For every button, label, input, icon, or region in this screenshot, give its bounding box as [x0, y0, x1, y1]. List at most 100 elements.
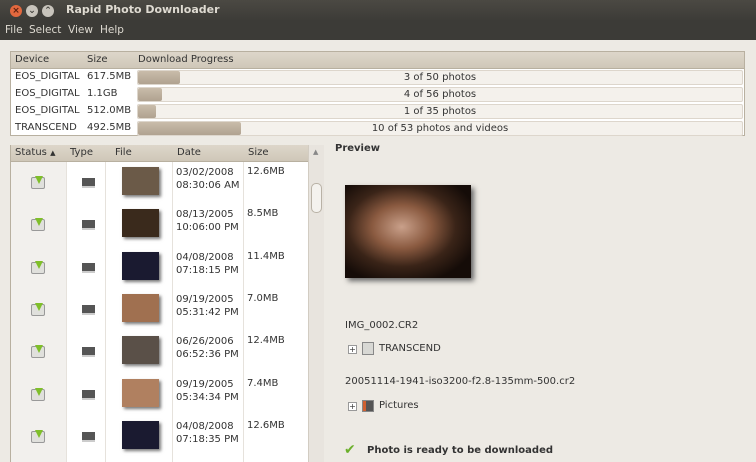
- device-size: 617.5MB: [87, 71, 132, 82]
- file-row[interactable]: 04/08/2008 07:18:35 PM 12.6MB: [11, 417, 308, 459]
- device-table: Device Size Download Progress EOS_DIGITA…: [10, 51, 745, 136]
- download-status-icon: [31, 260, 45, 274]
- preview-source: TRANSCEND: [379, 343, 441, 354]
- scroll-up-icon[interactable]: ▲: [313, 148, 318, 156]
- file-size: 7.4MB: [247, 377, 279, 389]
- file-row[interactable]: 08/13/2005 10:06:00 PM 8.5MB: [11, 205, 308, 247]
- device-row[interactable]: EOS_DIGITAL 512.0MB 1 of 35 photos: [11, 103, 744, 120]
- progress-text: 3 of 50 photos: [403, 72, 477, 83]
- file-thumbnail: [122, 251, 159, 280]
- menu-select[interactable]: Select: [29, 24, 61, 36]
- col-type[interactable]: Type: [70, 147, 93, 158]
- col-size[interactable]: Size: [87, 54, 108, 65]
- file-time: 05:31:42 PM: [176, 306, 239, 318]
- progress-bar: 3 of 50 photos: [137, 70, 743, 85]
- file-row[interactable]: 09/19/2005 05:34:34 PM 7.4MB: [11, 375, 308, 417]
- file-size: 12.6MB: [247, 166, 285, 177]
- device-name: EOS_DIGITAL: [15, 105, 80, 116]
- file-date: 06/26/2006: [176, 336, 234, 348]
- progress-text: 10 of 53 photos and videos: [371, 123, 509, 134]
- file-row[interactable]: 04/08/2008 07:18:15 PM 11.4MB: [11, 248, 308, 290]
- file-date: 08/13/2005: [176, 209, 234, 221]
- device-size: 1.1GB: [87, 88, 118, 99]
- photo-type-icon: [82, 304, 95, 315]
- progress-bar: 4 of 56 photos: [137, 87, 743, 102]
- photo-type-icon: [82, 389, 95, 400]
- photo-type-icon: [82, 262, 95, 273]
- file-thumbnail: [122, 420, 159, 449]
- photo-type-icon: [82, 347, 95, 358]
- device-size: 492.5MB: [87, 122, 132, 133]
- pictures-folder-icon: [362, 400, 374, 412]
- file-size: 11.4MB: [247, 250, 285, 262]
- file-time: 05:34:34 PM: [176, 391, 239, 403]
- file-thumbnail: [122, 336, 159, 365]
- menu-bar: File Select View Help: [0, 21, 756, 40]
- preview-dest-filename: 20051114-1941-iso3200-f2.8-135mm-500.cr2: [345, 376, 576, 387]
- device-name: TRANSCEND: [15, 122, 77, 133]
- file-row[interactable]: 03/02/2008 08:30:06 AM 12.6MB: [11, 163, 308, 205]
- device-row[interactable]: TRANSCEND 492.5MB 10 of 53 photos and vi…: [11, 120, 744, 137]
- file-size: 12.4MB: [247, 335, 285, 347]
- menu-help[interactable]: Help: [100, 24, 124, 36]
- close-icon[interactable]: ×: [10, 5, 22, 17]
- progress-bar: 1 of 35 photos: [137, 104, 743, 119]
- expand-dest-icon[interactable]: +: [348, 402, 357, 411]
- expand-source-icon[interactable]: +: [348, 345, 357, 354]
- col-status[interactable]: Status ▲: [15, 147, 55, 158]
- progress-text: 4 of 56 photos: [403, 89, 477, 100]
- sort-asc-icon: ▲: [50, 149, 56, 157]
- file-date: 04/08/2008: [176, 420, 234, 432]
- progress-bar: 10 of 53 photos and videos: [137, 121, 743, 136]
- file-list-scrollbar[interactable]: ▲: [308, 145, 324, 462]
- preview-dest-folder: Pictures: [379, 400, 419, 411]
- device-name: EOS_DIGITAL: [15, 88, 80, 99]
- window-title: Rapid Photo Downloader: [66, 3, 220, 16]
- col-file[interactable]: File: [115, 147, 132, 158]
- file-size: 7.0MB: [247, 292, 279, 304]
- file-thumbnail: [122, 167, 159, 195]
- drive-icon: [362, 342, 374, 355]
- download-status-icon: [31, 218, 45, 232]
- col-size[interactable]: Size: [248, 147, 269, 158]
- title-bar: × ⌄ ⌃ Rapid Photo Downloader: [0, 0, 756, 21]
- file-time: 07:18:35 PM: [176, 433, 239, 445]
- checkmark-icon: ✔: [344, 442, 356, 458]
- file-thumbnail: [122, 378, 159, 407]
- preview-heading: Preview: [335, 143, 381, 154]
- download-status-icon: [31, 429, 45, 443]
- file-time: 06:52:36 PM: [176, 349, 239, 361]
- file-row[interactable]: 06/26/2006 06:52:36 PM 12.4MB: [11, 332, 308, 374]
- file-date: 09/19/2005: [176, 293, 234, 305]
- scrollbar-thumb[interactable]: [311, 183, 322, 213]
- menu-view[interactable]: View: [68, 24, 93, 36]
- file-date: 09/19/2005: [176, 378, 234, 390]
- file-size: 12.6MB: [247, 419, 285, 431]
- file-thumbnail: [122, 209, 159, 238]
- download-status-icon: [31, 302, 45, 316]
- minimize-icon[interactable]: ⌄: [26, 5, 38, 17]
- device-table-header: Device Size Download Progress: [11, 52, 744, 69]
- preview-filename: IMG_0002.CR2: [345, 320, 419, 331]
- download-status-icon: [31, 176, 45, 189]
- menu-file[interactable]: File: [5, 24, 23, 36]
- device-size: 512.0MB: [87, 105, 132, 116]
- col-progress[interactable]: Download Progress: [138, 54, 234, 65]
- device-row[interactable]: EOS_DIGITAL 1.1GB 4 of 56 photos: [11, 86, 744, 103]
- file-row[interactable]: 09/19/2005 05:31:42 PM 7.0MB: [11, 290, 308, 332]
- photo-type-icon: [82, 431, 95, 442]
- file-table: Status ▲ Type File Date Size 03/02/2008 0…: [10, 145, 324, 462]
- col-device[interactable]: Device: [15, 54, 49, 65]
- maximize-icon[interactable]: ⌃: [42, 5, 54, 17]
- col-date[interactable]: Date: [177, 147, 201, 158]
- progress-text: 1 of 35 photos: [403, 106, 477, 117]
- device-row[interactable]: EOS_DIGITAL 617.5MB 3 of 50 photos: [11, 69, 744, 86]
- file-time: 10:06:00 PM: [176, 222, 239, 234]
- device-name: EOS_DIGITAL: [15, 71, 80, 82]
- file-date: 04/08/2008: [176, 251, 234, 263]
- file-table-header: Status ▲ Type File Date Size: [11, 145, 308, 162]
- file-thumbnail: [122, 293, 159, 322]
- preview-image: [345, 185, 471, 278]
- preview-status: Photo is ready to be downloaded: [367, 445, 554, 456]
- download-status-icon: [31, 345, 45, 359]
